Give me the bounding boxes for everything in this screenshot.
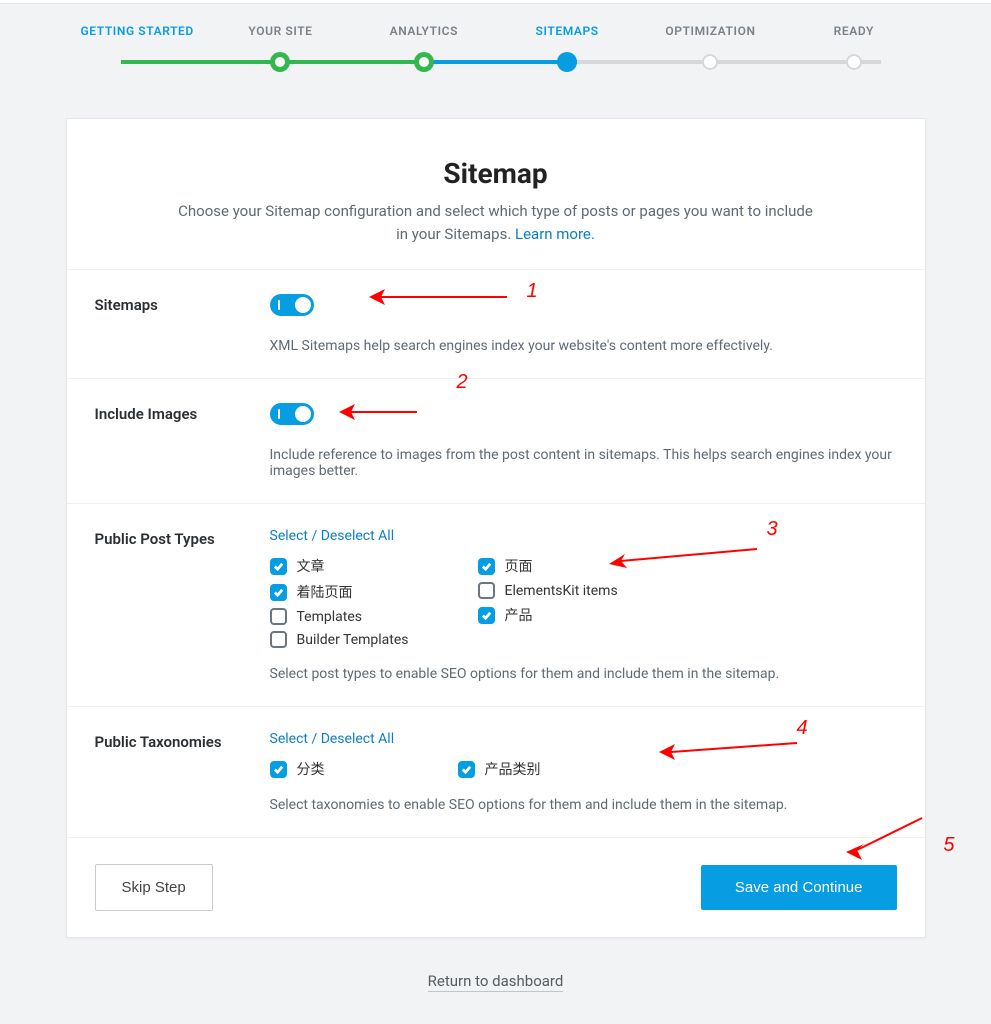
include-images-label: Include Images (95, 403, 270, 479)
post-types-select-all[interactable]: Select / Deselect All (270, 528, 395, 544)
checkbox-categories[interactable]: 分类 (270, 759, 440, 779)
annotation-3: 3 (767, 518, 778, 541)
annotation-5: 5 (943, 834, 954, 857)
step-your-site[interactable]: YOUR SITE (209, 24, 352, 78)
learn-more-link[interactable]: Learn more. (515, 225, 595, 243)
save-continue-button[interactable]: Save and Continue (701, 865, 897, 910)
sitemaps-desc: XML Sitemaps help search engines index y… (270, 338, 897, 354)
post-types-desc: Select post types to enable SEO options … (270, 666, 897, 682)
page-subtitle: Choose your Sitemap configuration and se… (176, 200, 816, 245)
checkbox-products[interactable]: 产品 (478, 605, 668, 625)
return-dashboard-link[interactable]: Return to dashboard (428, 972, 564, 992)
page-title: Sitemap (107, 157, 885, 190)
include-images-toggle[interactable] (270, 403, 314, 425)
step-optimization[interactable]: OPTIMIZATION (639, 24, 782, 78)
step-sitemaps[interactable]: SITEMAPS (495, 24, 638, 78)
annotation-1: 1 (527, 280, 538, 303)
checkbox-elementskit[interactable]: ElementsKit items (478, 582, 668, 599)
annotation-4: 4 (797, 717, 808, 740)
checkbox-landing[interactable]: 着陆页面 (270, 582, 460, 602)
checkbox-builder-templates[interactable]: Builder Templates (270, 631, 460, 648)
sitemaps-label: Sitemaps (95, 294, 270, 354)
checkbox-product-cat[interactable]: 产品类别 (458, 759, 648, 779)
checkbox-templates[interactable]: Templates (270, 608, 460, 625)
step-analytics[interactable]: ANALYTICS (352, 24, 495, 78)
step-getting-started[interactable]: GETTING STARTED (66, 24, 209, 78)
step-ready[interactable]: READY (782, 24, 925, 78)
taxonomies-desc: Select taxonomies to enable SEO options … (270, 797, 897, 813)
sitemaps-toggle[interactable] (270, 294, 314, 316)
post-types-label: Public Post Types (95, 528, 270, 682)
checkbox-posts[interactable]: 文章 (270, 556, 460, 576)
skip-step-button[interactable]: Skip Step (95, 864, 213, 911)
include-images-desc: Include reference to images from the pos… (270, 447, 897, 479)
wizard-stepper: GETTING STARTED YOUR SITE ANALYTICS SITE… (66, 24, 926, 78)
taxonomies-select-all[interactable]: Select / Deselect All (270, 731, 395, 747)
sitemap-panel: Sitemap Choose your Sitemap configuratio… (66, 118, 926, 938)
taxonomies-label: Public Taxonomies (95, 731, 270, 813)
annotation-2: 2 (457, 371, 468, 394)
